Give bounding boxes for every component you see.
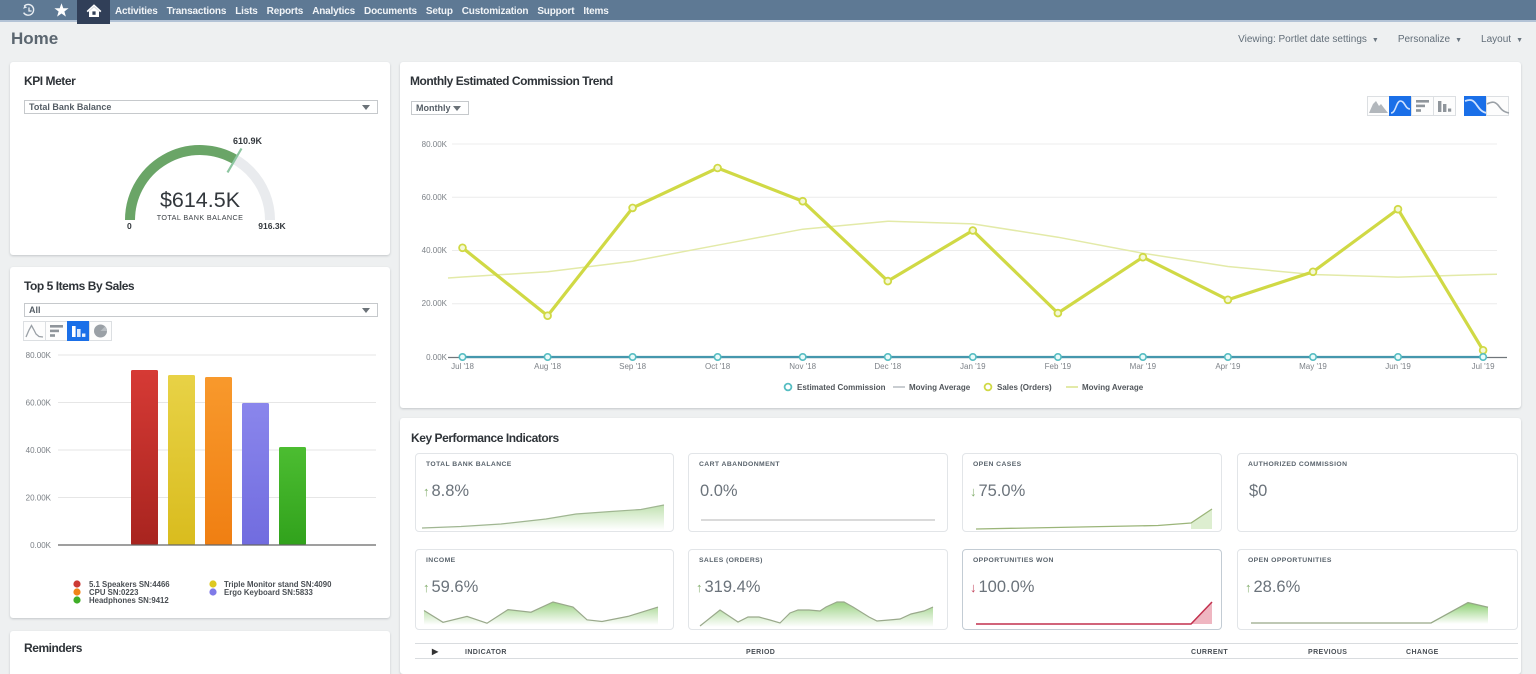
svg-text:Moving Average: Moving Average [1082,383,1144,392]
svg-text:Feb '19: Feb '19 [1045,362,1072,371]
svg-text:80.00K: 80.00K [26,351,52,360]
svg-text:Jul '19: Jul '19 [1472,362,1495,371]
svg-text:Moving Average: Moving Average [909,383,971,392]
svg-text:Sales (Orders): Sales (Orders) [997,383,1052,392]
svg-text:610.9K: 610.9K [233,136,263,146]
svg-text:0: 0 [127,221,132,231]
svg-text:$614.5K: $614.5K [160,188,241,212]
svg-text:Sep '18: Sep '18 [619,362,646,371]
svg-text:Dec '18: Dec '18 [874,362,901,371]
svg-text:60.00K: 60.00K [422,193,448,202]
svg-text:Jan '19: Jan '19 [960,362,986,371]
svg-text:Oct '18: Oct '18 [705,362,731,371]
svg-text:916.3K: 916.3K [258,221,286,231]
svg-text:Nov '18: Nov '18 [789,362,816,371]
svg-text:Mar '19: Mar '19 [1130,362,1157,371]
svg-text:May '19: May '19 [1299,362,1327,371]
svg-text:Jul '18: Jul '18 [451,362,474,371]
svg-text:60.00K: 60.00K [26,399,52,408]
svg-text:TOTAL BANK BALANCE: TOTAL BANK BALANCE [157,213,244,222]
svg-text:80.00K: 80.00K [422,140,448,149]
svg-text:0.00K: 0.00K [30,541,52,550]
svg-text:20.00K: 20.00K [26,494,52,503]
svg-text:20.00K: 20.00K [422,299,448,308]
svg-text:40.00K: 40.00K [422,246,448,255]
svg-text:Apr '19: Apr '19 [1215,362,1241,371]
svg-text:Estimated Commission: Estimated Commission [797,383,886,392]
svg-text:Jun '19: Jun '19 [1385,362,1411,371]
svg-text:40.00K: 40.00K [26,446,52,455]
svg-text:Headphones SN:9412: Headphones SN:9412 [89,596,169,605]
svg-text:Aug '18: Aug '18 [534,362,561,371]
svg-text:Ergo Keyboard SN:5833: Ergo Keyboard SN:5833 [224,588,313,597]
